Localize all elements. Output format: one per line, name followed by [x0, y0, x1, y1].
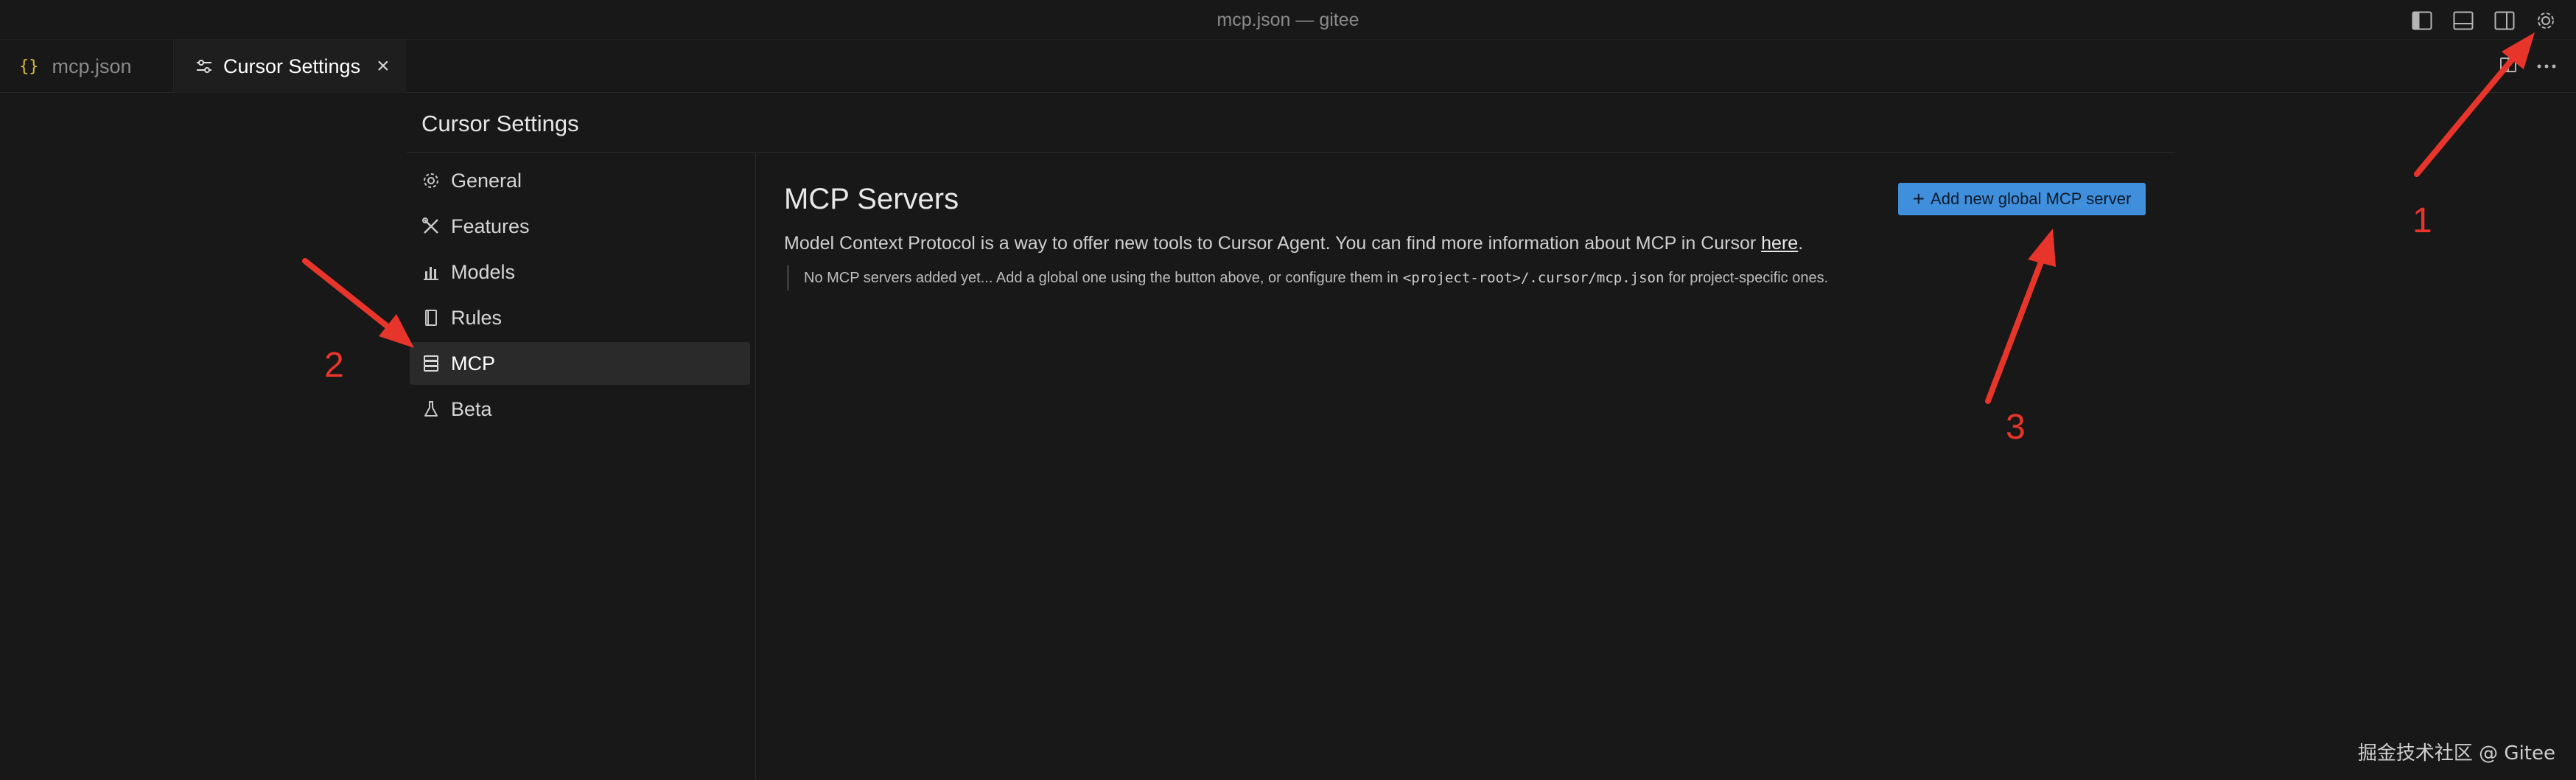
description-end: . [1798, 233, 1804, 254]
mcp-description: Model Context Protocol is a way to offer… [784, 233, 1803, 254]
add-global-mcp-server-button[interactable]: + Add new global MCP server [1898, 183, 2146, 215]
notice-code-path: <project-root>/.cursor/mcp.json [1402, 270, 1665, 286]
tab-mcp-json[interactable]: {} mcp.json [0, 40, 174, 93]
nav-divider [755, 153, 756, 780]
split-editor-button[interactable] [2499, 56, 2517, 77]
sidebar-left-icon [2412, 11, 2432, 30]
gear-icon [421, 171, 441, 190]
title-bar: mcp.json — gitee [0, 0, 2576, 40]
server-icon [421, 354, 441, 373]
nav-item-models[interactable]: Models [410, 251, 750, 293]
add-button-label: Add new global MCP server [1931, 189, 2132, 208]
sidebar-right-icon [2494, 11, 2515, 30]
gear-icon [2538, 13, 2554, 29]
toggle-primary-sidebar-button[interactable] [2407, 6, 2437, 35]
tab-label: Cursor Settings [223, 55, 361, 77]
tab-cursor-settings[interactable]: Cursor Settings × [175, 40, 406, 93]
bar-chart-icon [421, 262, 441, 282]
section-title: MCP Servers [784, 183, 959, 215]
nav-item-label: General [451, 169, 522, 192]
panel-bottom-icon [2453, 11, 2474, 30]
nav-item-rules[interactable]: Rules [410, 296, 750, 339]
nav-item-label: Features [451, 215, 530, 237]
flask-icon [421, 400, 441, 419]
tools-icon [421, 217, 441, 236]
settings-content: Cursor Settings General Features Models [0, 93, 2576, 780]
tab-label: mcp.json [52, 55, 132, 77]
notice-text: No MCP servers added yet... Add a global… [804, 269, 1399, 286]
editor-tab-bar: {} mcp.json Cursor Settings × [0, 40, 2576, 93]
nav-item-mcp[interactable]: MCP [410, 342, 750, 385]
book-icon [421, 308, 441, 327]
description-text: Model Context Protocol is a way to offer… [784, 233, 1762, 254]
nav-item-label: MCP [451, 352, 495, 375]
nav-item-features[interactable]: Features [410, 205, 750, 248]
plus-icon: + [1912, 187, 1925, 210]
page-title: Cursor Settings [421, 111, 579, 136]
notice-text-end: for project-specific ones. [1668, 269, 1829, 286]
ellipsis-icon [2537, 64, 2556, 69]
nav-item-label: Models [451, 260, 516, 283]
editor-actions [2499, 50, 2557, 83]
nav-item-label: Rules [451, 306, 503, 329]
window-title: mcp.json — gitee [1217, 10, 1359, 30]
toggle-panel-button[interactable] [2448, 6, 2479, 35]
toggle-secondary-sidebar-button[interactable] [2489, 6, 2520, 35]
sliders-icon [195, 58, 213, 74]
more-actions-button[interactable] [2536, 60, 2557, 73]
mcp-docs-link[interactable]: here [1761, 233, 1798, 254]
close-icon[interactable]: × [377, 54, 390, 79]
title-bar-actions [2407, 6, 2561, 35]
empty-state-notice: No MCP servers added yet... Add a global… [787, 265, 1828, 290]
header-divider [407, 152, 2175, 153]
nav-item-beta[interactable]: Beta [410, 388, 750, 431]
settings-gear-button[interactable] [2530, 6, 2561, 35]
json-braces-icon: {} [19, 57, 39, 76]
split-editor-icon [2500, 57, 2516, 72]
nav-item-label: Beta [451, 397, 492, 420]
nav-item-general[interactable]: General [410, 159, 750, 202]
settings-nav: General Features Models Rules MCP Beta [410, 159, 750, 433]
